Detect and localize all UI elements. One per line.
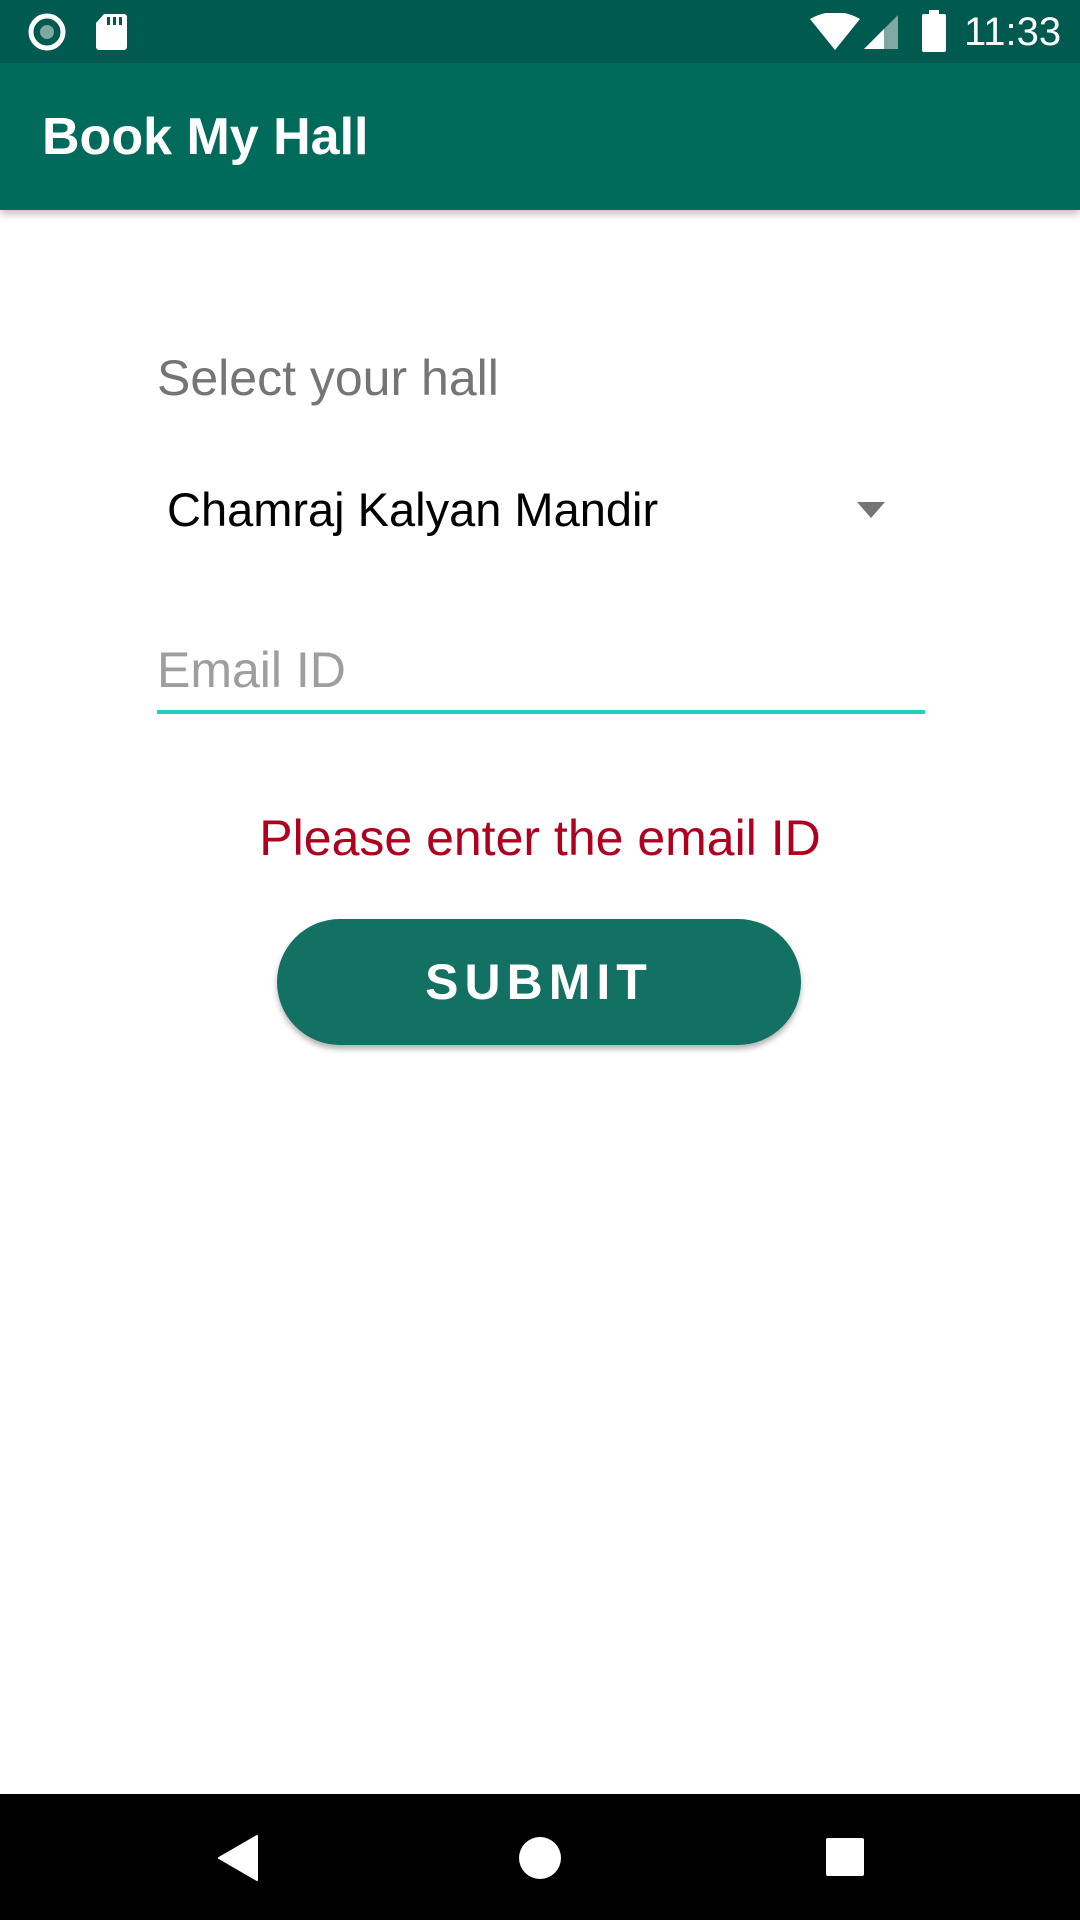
status-time: 11:33 [964,10,1062,54]
battery-icon [922,10,946,52]
home-icon[interactable] [518,1836,562,1880]
app-bar: Book My Hall [0,63,1080,210]
cellular-signal-icon [864,15,898,49]
navigation-bar [0,1794,1080,1920]
record-icon [28,13,66,51]
hall-spinner-value: Chamraj Kalyan Mandir [167,483,659,536]
sd-card-icon [96,14,127,50]
recents-icon[interactable] [825,1837,865,1877]
submit-button[interactable]: SUBMIT [277,919,801,1045]
back-icon[interactable] [215,1834,259,1882]
select-hall-label: Select your hall [157,350,499,406]
wifi-icon [810,13,860,50]
dropdown-arrow-icon [857,502,885,518]
email-error-message: Please enter the email ID [259,810,821,866]
email-id-input[interactable] [157,630,925,714]
screen: 11:33 Book My Hall Select your hall Cham… [0,0,1080,1920]
hall-spinner[interactable]: Chamraj Kalyan Mandir [157,470,897,550]
app-title: Book My Hall [42,108,369,166]
status-bar: 11:33 [0,0,1080,63]
